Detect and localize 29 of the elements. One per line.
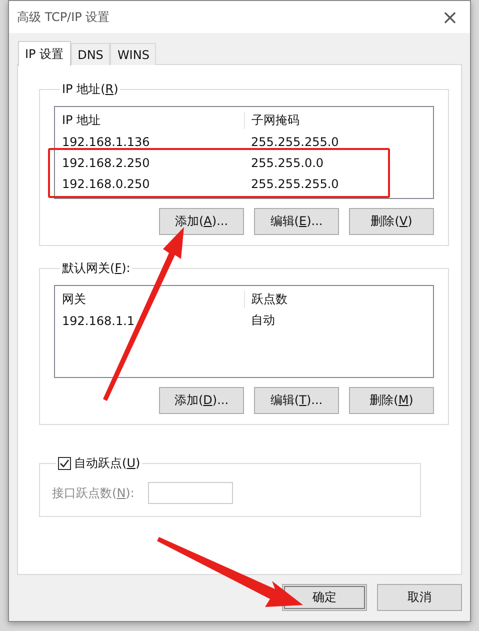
dialog-button[interactable]: 编辑(T)... <box>254 387 339 414</box>
dialog-button[interactable]: 编辑(E)... <box>254 208 339 235</box>
group-label: 默认网关(F): <box>61 260 132 277</box>
list-cell-text: 自动 <box>250 312 276 329</box>
checkbox-label: 自动跃点(U) <box>74 455 140 472</box>
list-cell-text: 192.168.1.1 <box>61 314 136 328</box>
list-cell-text: 255.255.0.0 <box>250 156 325 170</box>
tab[interactable]: WINS <box>110 43 156 65</box>
column-header[interactable]: 子网掩码 <box>244 112 433 129</box>
dialog-button[interactable]: 添加(A)... <box>159 208 244 235</box>
dialog-button[interactable]: 确定 <box>282 584 367 611</box>
list-cell-text: 255.255.255.0 <box>250 134 340 148</box>
list-cell-text: 192.168.0.250 <box>61 176 151 190</box>
dialog-button[interactable]: 删除(V) <box>349 208 434 235</box>
dialog-button[interactable]: 添加(D)... <box>159 387 244 414</box>
dialog-button[interactable]: 删除(M) <box>349 387 434 414</box>
column-header[interactable]: 网关 <box>55 291 244 308</box>
dialog-button[interactable]: 取消 <box>377 584 462 611</box>
list-cell-text: 192.168.2.250 <box>61 156 151 170</box>
column-header[interactable]: IP 地址 <box>55 112 244 129</box>
list-cell-text: 192.168.1.136 <box>61 134 151 148</box>
field-label: 接口跃点数(N): <box>52 484 134 502</box>
tab[interactable]: DNS <box>70 43 110 65</box>
column-header[interactable]: 跃点数 <box>244 291 433 308</box>
close-button[interactable]: × <box>430 1 470 33</box>
tab[interactable]: IP 设置 <box>18 41 71 66</box>
window-title: 高级 TCP/IP 设置 <box>17 8 110 26</box>
group-label: IP 地址(R) <box>61 81 120 98</box>
list-cell-text: 255.255.255.0 <box>250 176 340 190</box>
